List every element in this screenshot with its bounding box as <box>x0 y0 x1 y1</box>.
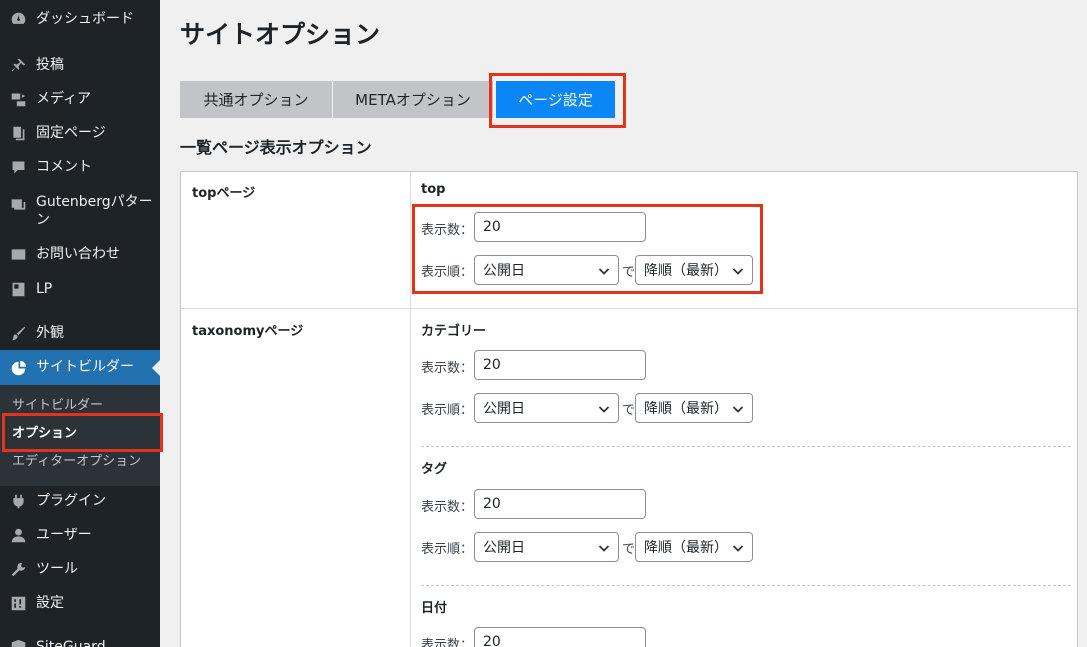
lp-icon <box>9 280 27 298</box>
group-divider <box>421 446 1071 447</box>
menu-posts[interactable]: 投稿 <box>0 56 160 74</box>
row-label-top: topページ <box>192 186 256 201</box>
settings-icon <box>9 594 27 612</box>
site-builder-submenu: サイトビルダー オプション エディターオプション <box>0 385 160 486</box>
menu-siteguard[interactable]: SiteGuard <box>0 638 160 647</box>
chevron-down-icon <box>732 542 744 554</box>
group-title-tag: タグ <box>421 462 448 477</box>
tag-order-value: 公開日 <box>483 540 525 556</box>
top-order-value: 公開日 <box>483 263 525 279</box>
de-label: で <box>622 265 636 280</box>
comment-icon <box>9 158 27 176</box>
tab-page-settings[interactable]: ページ設定 <box>496 81 615 118</box>
de-label: で <box>622 542 636 557</box>
category-order-value: 公開日 <box>483 401 525 417</box>
top-count-input[interactable]: 20 <box>474 212 646 242</box>
tab-common-options[interactable]: 共通オプション <box>180 81 332 118</box>
chevron-down-icon <box>598 542 610 554</box>
section-title: 一覧ページ表示オプション <box>180 138 372 157</box>
group-title-category: カテゴリー <box>421 324 487 339</box>
top-direction-select[interactable]: 降順（最新） <box>635 255 753 285</box>
category-direction-select[interactable]: 降順（最新） <box>635 393 753 423</box>
menu-site-builder[interactable]: サイトビルダー <box>0 350 160 385</box>
de-label: で <box>622 403 636 418</box>
top-order-select[interactable]: 公開日 <box>474 255 619 285</box>
tag-direction-select[interactable]: 降順（最新） <box>635 532 753 562</box>
admin-sidebar: ダッシュボード 投稿 メディア 固定ページ コメント Gutenbergパターン… <box>0 0 160 647</box>
tag-order-select[interactable]: 公開日 <box>474 532 619 562</box>
menu-pages[interactable]: 固定ページ <box>0 124 160 142</box>
menu-users[interactable]: ユーザー <box>0 526 160 544</box>
submenu-options[interactable]: オプション <box>12 426 77 442</box>
menu-settings[interactable]: 設定 <box>0 594 160 612</box>
group-divider <box>421 585 1071 586</box>
menu-comments[interactable]: コメント <box>0 158 160 176</box>
row-label-taxonomy: taxonomyページ <box>192 324 304 339</box>
shield-icon <box>9 638 27 647</box>
order-label: 表示順： <box>421 265 474 280</box>
count-label: 表示数： <box>421 361 474 376</box>
chevron-down-icon <box>598 265 610 277</box>
menu-tools[interactable]: ツール <box>0 560 160 578</box>
tag-count-input[interactable]: 20 <box>474 489 646 519</box>
category-direction-value: 降順（最新） <box>644 401 728 417</box>
order-label: 表示順： <box>421 542 474 557</box>
pattern-icon <box>9 195 27 213</box>
brush-icon <box>9 324 27 342</box>
pin-icon <box>9 56 27 74</box>
tab-meta-options[interactable]: METAオプション <box>333 81 493 118</box>
menu-dashboard[interactable]: ダッシュボード <box>0 10 160 28</box>
chevron-down-icon <box>732 403 744 415</box>
user-icon <box>9 526 27 544</box>
table-row-divider <box>181 308 1077 309</box>
menu-contact[interactable]: お問い合わせ <box>0 245 160 263</box>
count-label: 表示数： <box>421 223 474 238</box>
wrench-icon <box>9 560 27 578</box>
menu-plugins[interactable]: プラグイン <box>0 492 160 510</box>
tag-direction-value: 降順（最新） <box>644 540 728 556</box>
count-label: 表示数： <box>421 500 474 515</box>
submenu-site-builder[interactable]: サイトビルダー <box>12 398 103 414</box>
submenu-editor-options[interactable]: エディターオプション <box>12 454 141 470</box>
menu-lp[interactable]: LP <box>0 280 160 298</box>
sitebuilder-icon <box>9 359 27 377</box>
menu-media[interactable]: メディア <box>0 90 160 108</box>
page-icon <box>9 124 27 142</box>
dashboard-icon <box>9 10 27 28</box>
media-icon <box>9 90 27 108</box>
category-count-input[interactable]: 20 <box>474 350 646 380</box>
plugin-icon <box>9 492 27 510</box>
date-count-input[interactable]: 20 <box>474 627 646 647</box>
active-menu-arrow <box>152 359 160 376</box>
chevron-down-icon <box>598 403 610 415</box>
order-label: 表示順： <box>421 403 474 418</box>
menu-appearance[interactable]: 外観 <box>0 324 160 342</box>
menu-gutenberg-patterns[interactable]: Gutenbergパターン <box>0 193 160 229</box>
group-title-top: top <box>421 182 446 197</box>
mail-icon <box>9 245 27 263</box>
chevron-down-icon <box>732 265 744 277</box>
page-title: サイトオプション <box>180 20 381 49</box>
count-label: 表示数： <box>421 638 474 647</box>
top-direction-value: 降順（最新） <box>644 263 728 279</box>
group-title-date: 日付 <box>421 601 448 616</box>
category-order-select[interactable]: 公開日 <box>474 393 619 423</box>
table-column-divider <box>410 172 411 647</box>
